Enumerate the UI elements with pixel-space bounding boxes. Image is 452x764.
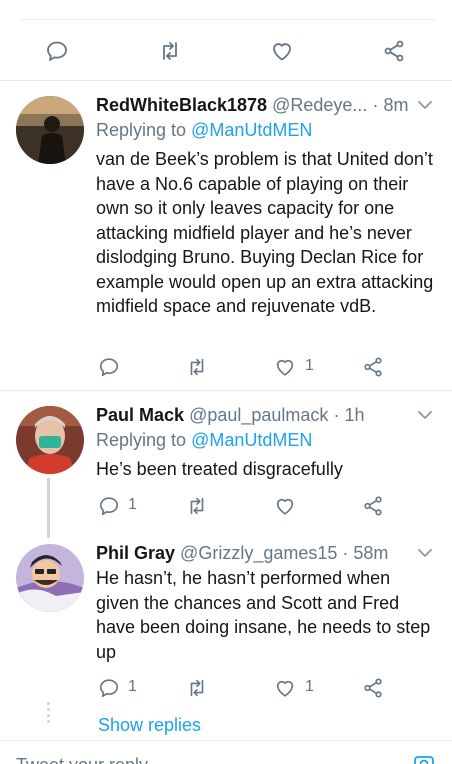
reply-count: 1 [128, 678, 137, 695]
share-icon[interactable] [381, 38, 407, 64]
like-count: 1 [305, 678, 314, 695]
tweet-text: He hasn’t, he hasn’t performed when give… [96, 568, 431, 662]
share-icon[interactable] [360, 675, 386, 701]
share-icon[interactable] [360, 354, 386, 380]
separator-dot: · [342, 543, 349, 563]
retweet-icon[interactable] [184, 354, 210, 380]
reply-icon[interactable] [44, 38, 70, 64]
divider [0, 80, 452, 81]
timestamp[interactable]: 58m [353, 543, 388, 563]
reply-icon[interactable] [96, 493, 122, 519]
replying-to: Replying to @ManUtdMEN [96, 120, 312, 141]
mention-link[interactable]: @ManUtdMEN [191, 120, 312, 140]
mention-link[interactable]: @ManUtdMEN [191, 430, 312, 450]
display-name[interactable]: Paul Mack [96, 405, 184, 425]
avatar[interactable] [16, 544, 84, 612]
reply-icon[interactable] [96, 354, 122, 380]
retweet-icon[interactable] [157, 38, 183, 64]
top-divider [20, 19, 436, 20]
timestamp[interactable]: 1h [344, 405, 364, 425]
user-handle[interactable]: @Redeye... [272, 95, 367, 115]
share-icon[interactable] [360, 493, 386, 519]
tweet-text: He’s been treated disgracefully [96, 459, 343, 479]
retweet-icon[interactable] [184, 493, 210, 519]
like-icon[interactable] [272, 493, 298, 519]
show-replies-link[interactable]: Show replies [98, 715, 201, 736]
like-count: 1 [305, 357, 314, 374]
camera-icon[interactable] [412, 751, 436, 764]
replying-label: Replying to [96, 430, 187, 450]
user-handle[interactable]: @paul_paulmack [189, 405, 328, 425]
thread-dots [47, 702, 50, 726]
compose-placeholder[interactable]: Tweet your reply [16, 755, 148, 764]
chevron-down-icon[interactable] [416, 544, 434, 562]
divider [0, 390, 452, 391]
user-handle[interactable]: @Grizzly_games15 [180, 543, 337, 563]
replying-to: Replying to @ManUtdMEN [96, 430, 312, 451]
reply-icon[interactable] [96, 675, 122, 701]
like-icon[interactable] [272, 354, 298, 380]
replying-label: Replying to [96, 120, 187, 140]
timestamp[interactable]: 8m [383, 95, 408, 115]
like-icon[interactable] [269, 38, 295, 64]
display-name[interactable]: Phil Gray [96, 543, 175, 563]
tweet-text: van de Beek’s problem is that United don… [96, 149, 434, 316]
display-name[interactable]: RedWhiteBlack1878 [96, 95, 267, 115]
separator-dot: · [372, 95, 379, 115]
avatar[interactable] [16, 96, 84, 164]
avatar[interactable] [16, 406, 84, 474]
tweet-header: Phil Gray @Grizzly_games15 · 58m [96, 543, 388, 564]
like-icon[interactable] [272, 675, 298, 701]
tweet-header: RedWhiteBlack1878 @Redeye... · 8m [96, 95, 408, 116]
tweet-header: Paul Mack @paul_paulmack · 1h [96, 405, 364, 426]
chevron-down-icon[interactable] [416, 96, 434, 114]
separator-dot: · [333, 405, 340, 425]
reply-count: 1 [128, 496, 137, 513]
retweet-icon[interactable] [184, 675, 210, 701]
reply-composer[interactable]: Tweet your reply [0, 740, 452, 764]
chevron-down-icon[interactable] [416, 406, 434, 424]
thread-line [47, 478, 50, 538]
